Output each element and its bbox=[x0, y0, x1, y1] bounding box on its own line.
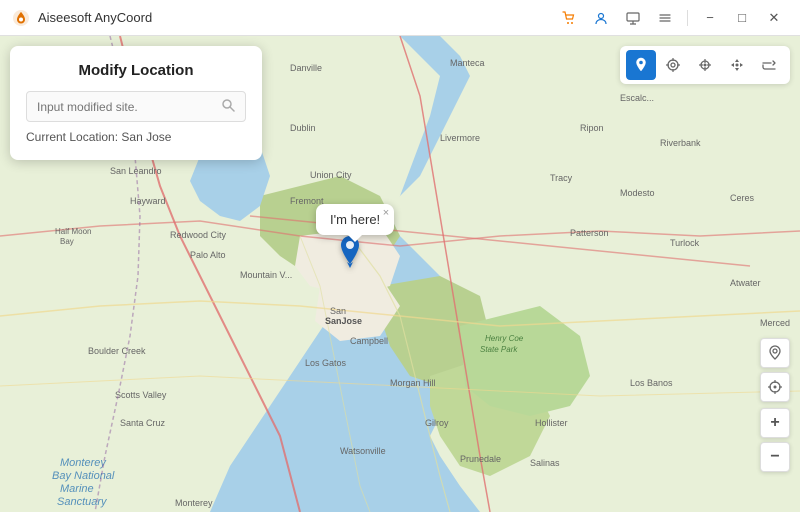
minimize-btn[interactable]: − bbox=[696, 7, 724, 29]
svg-text:State Park: State Park bbox=[480, 345, 518, 354]
location-pin-tool-btn[interactable] bbox=[626, 50, 656, 80]
map-toolbar bbox=[620, 46, 790, 84]
svg-text:Escalc...: Escalc... bbox=[620, 93, 654, 103]
app-logo bbox=[12, 9, 30, 27]
svg-text:Merced: Merced bbox=[760, 318, 790, 328]
popup-text: I'm here! bbox=[330, 212, 380, 227]
export-tool-btn[interactable] bbox=[754, 50, 784, 80]
svg-text:Santa Cruz: Santa Cruz bbox=[120, 418, 166, 428]
svg-text:Campbell: Campbell bbox=[350, 336, 388, 346]
close-btn[interactable]: ✕ bbox=[760, 7, 788, 29]
svg-text:Marine: Marine bbox=[60, 483, 94, 495]
crosshair-location-btn[interactable] bbox=[760, 372, 790, 402]
svg-text:Sanctuary: Sanctuary bbox=[57, 496, 108, 508]
zoom-controls: + − bbox=[760, 408, 790, 472]
modify-location-panel: Modify Location Current Location: San Jo… bbox=[10, 46, 262, 160]
cart-icon-btn[interactable] bbox=[555, 7, 583, 29]
svg-text:Monterey: Monterey bbox=[175, 498, 213, 508]
current-location-text: Current Location: San Jose bbox=[26, 130, 246, 144]
svg-text:Hollister: Hollister bbox=[535, 418, 568, 428]
svg-text:Gilroy: Gilroy bbox=[425, 418, 449, 428]
popup-close-btn[interactable]: × bbox=[383, 207, 389, 219]
svg-text:Bay: Bay bbox=[60, 237, 74, 246]
svg-text:Ceres: Ceres bbox=[730, 193, 755, 203]
svg-text:Henry Coe: Henry Coe bbox=[485, 334, 524, 343]
svg-text:Dublin: Dublin bbox=[290, 123, 316, 133]
titlebar: Aiseesoft AnyCoord bbox=[0, 0, 800, 36]
im-here-popup: × I'm here! bbox=[316, 204, 394, 235]
svg-text:Patterson: Patterson bbox=[570, 228, 609, 238]
panel-title: Modify Location bbox=[26, 62, 246, 79]
svg-text:Union City: Union City bbox=[310, 170, 352, 180]
svg-text:Palo Alto: Palo Alto bbox=[190, 250, 226, 260]
svg-text:Scotts Valley: Scotts Valley bbox=[115, 390, 167, 400]
menu-icon-btn[interactable] bbox=[651, 7, 679, 29]
location-controls bbox=[760, 338, 790, 402]
svg-text:Monterey: Monterey bbox=[60, 457, 107, 469]
svg-text:Half Moon: Half Moon bbox=[55, 227, 91, 236]
svg-text:Watsonville: Watsonville bbox=[340, 446, 386, 456]
window-controls: − □ ✕ bbox=[555, 7, 788, 29]
svg-text:SanJose: SanJose bbox=[325, 316, 362, 326]
search-box[interactable] bbox=[26, 91, 246, 122]
svg-text:Bay National: Bay National bbox=[52, 470, 115, 482]
svg-text:Atwater: Atwater bbox=[730, 278, 761, 288]
move-tool-btn[interactable] bbox=[722, 50, 752, 80]
svg-text:Turlock: Turlock bbox=[670, 238, 700, 248]
svg-text:Morgan Hill: Morgan Hill bbox=[390, 378, 436, 388]
maximize-btn[interactable]: □ bbox=[728, 7, 756, 29]
svg-text:Boulder Creek: Boulder Creek bbox=[88, 346, 146, 356]
svg-text:Manteca: Manteca bbox=[450, 58, 485, 68]
app-title: Aiseesoft AnyCoord bbox=[38, 10, 555, 25]
map-container[interactable]: Sausalito Berkeley Danville Manteca Esca… bbox=[0, 36, 800, 512]
crosshair-tool-btn[interactable] bbox=[690, 50, 720, 80]
svg-text:Prunedale: Prunedale bbox=[460, 454, 501, 464]
svg-text:Hayward: Hayward bbox=[130, 196, 166, 206]
svg-text:Salinas: Salinas bbox=[530, 458, 560, 468]
search-icon[interactable] bbox=[221, 98, 235, 115]
search-input[interactable] bbox=[37, 100, 221, 114]
svg-text:Mountain V...: Mountain V... bbox=[240, 270, 292, 280]
svg-text:Los Banos: Los Banos bbox=[630, 378, 673, 388]
target-tool-btn[interactable] bbox=[658, 50, 688, 80]
zoom-out-btn[interactable]: − bbox=[760, 442, 790, 472]
svg-text:Livermore: Livermore bbox=[440, 133, 480, 143]
svg-text:Los Gatos: Los Gatos bbox=[305, 358, 347, 368]
svg-text:Redwood City: Redwood City bbox=[170, 230, 227, 240]
monitor-icon-btn[interactable] bbox=[619, 7, 647, 29]
svg-text:Danville: Danville bbox=[290, 63, 322, 73]
svg-text:Ripon: Ripon bbox=[580, 123, 604, 133]
user-icon-btn[interactable] bbox=[587, 7, 615, 29]
center-location-btn[interactable] bbox=[760, 338, 790, 368]
zoom-in-btn[interactable]: + bbox=[760, 408, 790, 438]
svg-text:Tracy: Tracy bbox=[550, 173, 573, 183]
svg-text:San: San bbox=[330, 306, 346, 316]
svg-text:Riverbank: Riverbank bbox=[660, 138, 701, 148]
svg-text:Modesto: Modesto bbox=[620, 188, 655, 198]
